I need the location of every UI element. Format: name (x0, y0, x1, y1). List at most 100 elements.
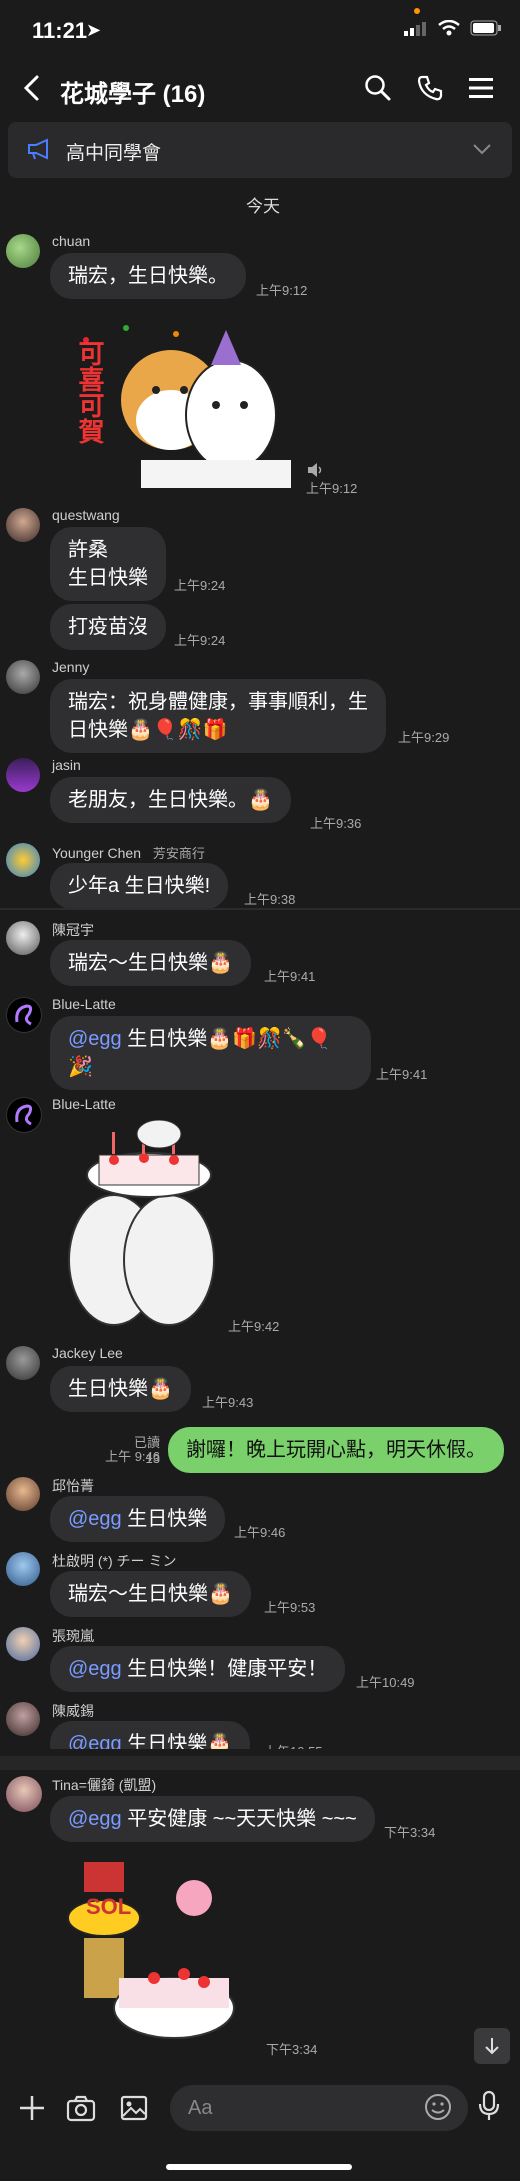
message-bubble[interactable]: 生日快樂🎂 (50, 1366, 191, 1412)
message-bubble[interactable]: 瑞宏：祝身體健康，事事順利，生 日快樂🎂🎈🎊🎁 (50, 679, 386, 753)
avatar[interactable] (6, 1776, 42, 1812)
message-line: @egg 生日快樂🎂🎁🎊🍾🎈 (68, 1025, 353, 1053)
date-separator: 今天 (246, 197, 280, 216)
avatar[interactable] (6, 1346, 40, 1380)
search-button[interactable] (364, 74, 392, 107)
message-text: 生日快樂🎂🎁🎊🍾🎈 (121, 1028, 332, 1050)
message-line: 🎉 (68, 1056, 93, 1078)
message-time: 上午9:53 (264, 1600, 316, 1615)
sticker-sol-cake[interactable] (64, 1858, 244, 2048)
message-time: 上午9:42 (228, 1319, 280, 1334)
avatar[interactable] (6, 843, 40, 877)
add-button[interactable] (18, 2094, 46, 2127)
avatar[interactable] (6, 660, 40, 694)
divider (0, 1756, 520, 1770)
message-time: 下午3:34 (384, 1825, 436, 1840)
sender-name: 陳威錫 (52, 1703, 94, 1719)
avatar[interactable] (6, 921, 40, 955)
privacy-indicator-icon (414, 8, 420, 14)
message-text: 生日快樂🎂 (121, 1733, 233, 1749)
sender-name: 張琬嵐 (52, 1628, 94, 1644)
sender-name: questwang (52, 507, 120, 523)
sender-name: Jackey Lee (52, 1345, 123, 1361)
message-time: 上午9:12 (306, 481, 358, 496)
avatar[interactable] (6, 1097, 42, 1133)
clipped-message: @egg 生日快樂🎂 (50, 1721, 251, 1749)
sender-name: Jenny (52, 659, 90, 675)
sender-name: Blue-Latte (52, 996, 116, 1012)
mention[interactable]: @egg (68, 1508, 122, 1530)
clipped-time: 上午10:55 (264, 1741, 323, 1749)
message-time: 上午9:24 (174, 633, 226, 648)
message-bubble[interactable]: 少年a 生日快樂! (50, 863, 229, 909)
scroll-to-bottom-button[interactable] (474, 2028, 510, 2064)
message-bubble[interactable]: @egg 生日快樂🎂🎁🎊🍾🎈 🎉 (50, 1016, 371, 1090)
sender-name: 杜啟明 (*) チー ミン (52, 1553, 177, 1569)
sender-name: Tina=儷錡 (凱盟) (52, 1777, 157, 1793)
avatar[interactable] (6, 1552, 40, 1586)
mention[interactable]: @egg (68, 1808, 122, 1830)
message-time: 下午3:34 (266, 2042, 318, 2057)
camera-icon (66, 2095, 96, 2122)
message-text: 生日快樂！健康平安！ (121, 1658, 328, 1680)
message-time: 上午9:38 (244, 892, 296, 907)
status-icons (404, 20, 502, 36)
seal-cake-art (68, 1119, 215, 1326)
sender-name: Blue-Latte (52, 1096, 116, 1112)
message-time: 上午9:46 (234, 1525, 286, 1540)
message-bubble[interactable]: 瑞宏～生日快樂🎂 (50, 940, 251, 986)
avatar[interactable] (6, 758, 40, 792)
smiley-icon (425, 2094, 451, 2120)
message-bubble[interactable]: 瑞宏，生日快樂。 (50, 253, 246, 299)
message-bubble[interactable]: @egg 生日快樂🎂 (50, 1721, 251, 1749)
message-bubble[interactable]: 打疫苗沒 (50, 604, 166, 650)
blue-latte-logo-icon (15, 1104, 33, 1126)
mention[interactable]: @egg (68, 1658, 122, 1680)
divider (0, 908, 520, 910)
message-text: 生日快樂 (121, 1508, 208, 1530)
message-line: 日快樂🎂🎈🎊🎁 (68, 719, 228, 741)
sender-name: jasin (52, 757, 81, 773)
plus-icon (20, 2096, 44, 2120)
location-arrow-icon: ➤ (86, 20, 102, 40)
message-bubble[interactable]: 老朋友，生日快樂。🎂 (50, 777, 291, 823)
chevron-down-icon[interactable] (472, 142, 492, 160)
message-time: 上午10:49 (356, 1675, 415, 1690)
message-time: 上午10:55 (264, 1741, 323, 1749)
gallery-button[interactable] (120, 2094, 148, 2127)
message-bubble[interactable]: 許桑 生日快樂 (50, 527, 166, 601)
hamburger-icon (469, 78, 493, 98)
message-bubble[interactable]: @egg 平安健康 ~~天天快樂 ~~~ (50, 1796, 375, 1842)
mention[interactable]: @egg (68, 1028, 122, 1050)
megaphone-icon (26, 138, 52, 165)
battery-icon (470, 20, 501, 36)
microphone-icon (478, 2090, 500, 2120)
message-bubble[interactable]: 瑞宏～生日快樂🎂 (50, 1571, 251, 1617)
call-button[interactable] (416, 74, 444, 107)
message-time: 上午9:12 (256, 283, 308, 298)
avatar[interactable] (6, 1627, 40, 1661)
sender-name: 邱怡菁 (52, 1478, 94, 1494)
my-message-bubble[interactable]: 謝囉！晚上玩開心點，明天休假。 (168, 1427, 504, 1473)
avatar[interactable] (6, 508, 40, 542)
voice-button[interactable] (478, 2090, 500, 2127)
sticker-seal-cake[interactable] (54, 1119, 224, 1330)
avatar[interactable] (6, 1477, 40, 1511)
menu-button[interactable] (468, 76, 494, 105)
avatar[interactable] (6, 997, 42, 1033)
camera-button[interactable] (66, 2094, 96, 2127)
sender-name: chuan (52, 233, 91, 249)
avatar[interactable] (6, 1702, 40, 1736)
emoji-button[interactable] (424, 2093, 452, 2126)
message-bubble[interactable]: @egg 生日快樂！健康平安！ (50, 1646, 346, 1692)
sticker-sol-text: SOL (86, 1894, 132, 1919)
message-time: 上午9:43 (202, 1395, 254, 1410)
message-time: 上午 9:46 (105, 1449, 160, 1464)
sol-cake-art (67, 1862, 235, 2039)
mention[interactable]: @egg (68, 1733, 122, 1749)
avatar[interactable] (6, 234, 40, 268)
sender-name: 陳冠宇 (52, 922, 94, 938)
message-bubble[interactable]: @egg 生日快樂 (50, 1496, 226, 1542)
back-button[interactable] (20, 74, 44, 102)
message-text: 平安健康 ~~天天快樂 ~~~ (121, 1808, 357, 1830)
